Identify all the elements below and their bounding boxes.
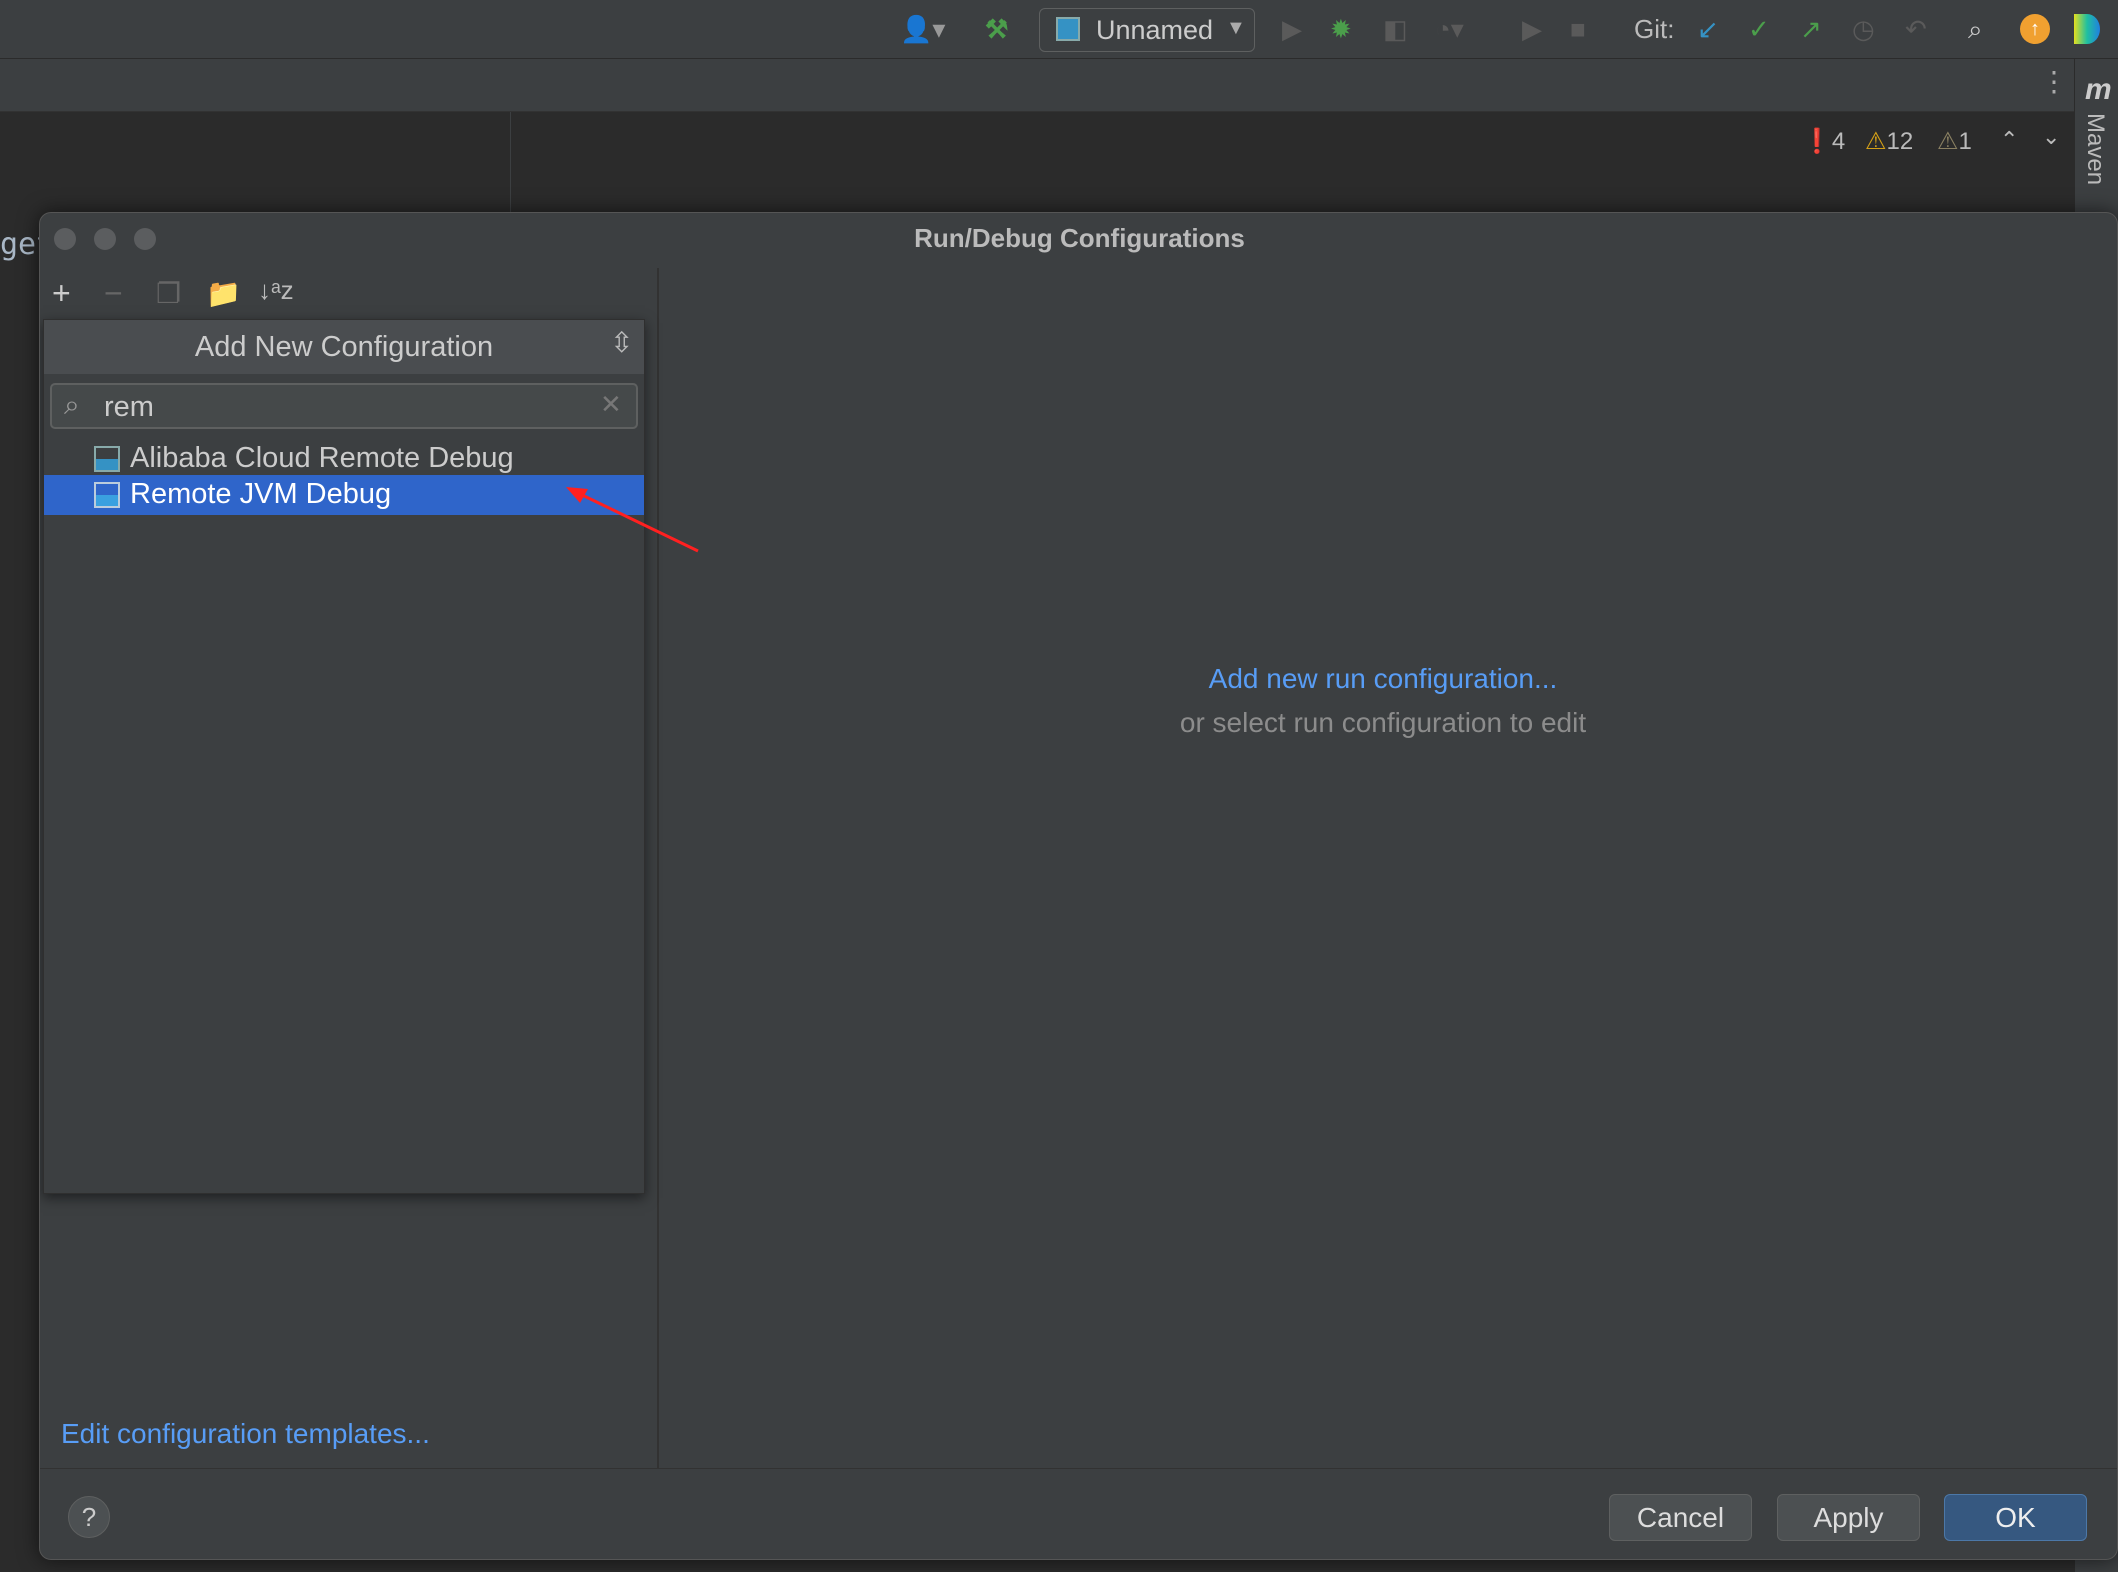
help-button[interactable]: ?	[68, 1496, 110, 1538]
update-icon[interactable]: ↑	[2020, 14, 2050, 44]
search-icon[interactable]: ⌕	[1968, 0, 1983, 59]
sort-alphabetically-icon[interactable]: ↓ᵃz	[258, 275, 294, 306]
empty-state-hint: or select run configuration to edit	[1179, 707, 1587, 738]
git-label: Git:	[1634, 14, 1675, 44]
item-label: Remote JVM Debug	[130, 478, 392, 510]
list-item[interactable]: Alibaba Cloud Remote Debug	[44, 438, 644, 478]
main-toolbar: 👤▾ ⚒ Unnamed ▼ ▶ ✹ ◧ ◔▾ ▶ ■ Git: ↙ ✓ ↗ ◷…	[0, 0, 2118, 59]
new-folder-icon[interactable]: 📁	[206, 277, 241, 310]
footer-divider	[40, 1468, 2117, 1469]
item-label: Alibaba Cloud Remote Debug	[130, 442, 514, 474]
dialog-title: Run/Debug Configurations	[914, 223, 1245, 253]
run-config-name: Unnamed	[1096, 15, 1214, 45]
coverage-icon[interactable]: ◧	[1383, 0, 1408, 59]
weak-warning-icon: ⚠	[1937, 128, 1959, 155]
git-commit-icon[interactable]: ✓	[1748, 0, 1770, 59]
config-icon	[1056, 17, 1080, 41]
run-alt-icon[interactable]: ▶	[1522, 0, 1542, 59]
popup-title: Add New Configuration	[194, 331, 494, 363]
copy-icon[interactable]: ❐	[156, 277, 181, 310]
profile-icon[interactable]: ◔▾	[1435, 0, 1464, 59]
more-options-icon[interactable]: ⋮	[2040, 65, 2068, 98]
git-push-icon[interactable]: ↗	[1800, 0, 1822, 59]
error-icon: ❗	[1802, 128, 1832, 155]
add-icon[interactable]: +	[52, 275, 71, 312]
add-new-run-configuration-link[interactable]: Add new run configuration...	[660, 663, 2106, 695]
stop-icon[interactable]: ■	[1570, 0, 1586, 59]
popup-header: Add New Configuration	[44, 320, 644, 374]
run-config-dropdown[interactable]: Unnamed ▼	[1039, 8, 1255, 52]
user-icon[interactable]: 👤▾	[900, 0, 945, 59]
apply-button[interactable]: Apply	[1777, 1494, 1920, 1541]
panel-divider	[657, 268, 659, 1468]
maven-icon: m	[2085, 73, 2112, 106]
git-update-icon[interactable]: ↙	[1697, 0, 1719, 59]
clear-search-icon[interactable]: ✕	[600, 389, 622, 420]
cancel-button[interactable]: Cancel	[1609, 1494, 1752, 1541]
remove-icon[interactable]: −	[104, 275, 123, 312]
run-debug-configurations-dialog: Run/Debug Configurations + − ❐ 📁 ↓ᵃz Add…	[39, 212, 2118, 1560]
search-value: rem	[104, 391, 154, 423]
warning-icon: ⚠	[1865, 128, 1887, 155]
warning-count[interactable]: ⚠12	[1865, 127, 1913, 156]
history-icon[interactable]: ◷	[1852, 0, 1875, 59]
collapse-icon[interactable]: ⇳	[610, 326, 633, 359]
divider	[510, 112, 511, 212]
annotation-arrow	[566, 487, 699, 553]
next-highlight-icon[interactable]: ⌄	[2042, 124, 2060, 150]
empty-state: Add new run configuration... or select r…	[660, 663, 2106, 739]
search-input[interactable]: ⌕ rem ✕	[50, 383, 638, 429]
search-icon: ⌕	[64, 389, 80, 420]
error-count[interactable]: ❗4	[1802, 127, 1845, 156]
run-icon[interactable]: ▶	[1282, 0, 1302, 59]
chevron-down-icon: ▼	[1226, 17, 1246, 39]
remote-debug-icon	[94, 482, 120, 508]
ok-button[interactable]: OK	[1944, 1494, 2087, 1541]
remote-debug-icon	[94, 446, 120, 472]
list-item-selected[interactable]: Remote JVM Debug	[44, 475, 644, 515]
navigation-bar: ⋮	[0, 59, 2074, 112]
edit-configuration-templates-link[interactable]: Edit configuration templates...	[61, 1418, 430, 1450]
build-hammer-icon[interactable]: ⚒	[985, 0, 1008, 59]
maven-label: Maven	[2082, 113, 2109, 186]
rollback-icon[interactable]: ↶	[1905, 0, 1927, 59]
previous-highlight-icon[interactable]: ⌃	[2000, 127, 2018, 153]
plugin-icon[interactable]	[2074, 14, 2100, 44]
weak-warning-count[interactable]: ⚠1	[1937, 127, 1972, 156]
debug-bug-icon[interactable]: ✹	[1330, 0, 1352, 59]
add-new-configuration-popup: Add New Configuration ⇳ ⌕ rem ✕ Alibaba …	[43, 319, 645, 1194]
